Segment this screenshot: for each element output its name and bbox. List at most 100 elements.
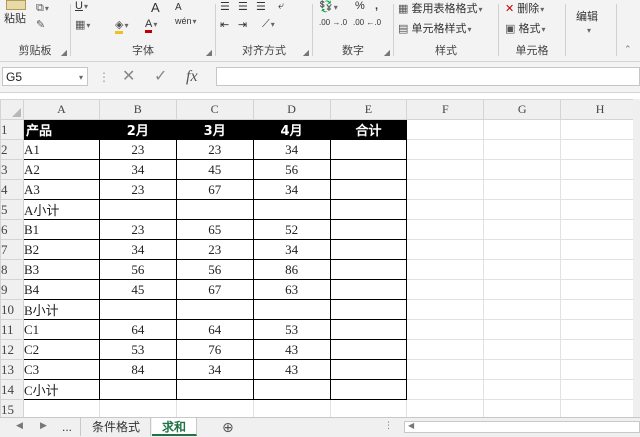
cell[interactable] (252, 199, 331, 220)
row-header[interactable]: 6 (0, 219, 24, 240)
cell[interactable] (560, 199, 640, 220)
cell[interactable]: 86 (252, 259, 331, 280)
cell[interactable]: 34 (98, 239, 177, 260)
cell[interactable] (406, 259, 485, 280)
cell[interactable]: 23 (175, 239, 254, 260)
cell[interactable] (329, 399, 408, 417)
select-all-button[interactable] (0, 99, 24, 120)
cell[interactable]: 67 (175, 179, 254, 200)
cell[interactable] (560, 239, 640, 260)
cell[interactable] (483, 379, 562, 400)
cell[interactable] (329, 219, 408, 240)
cell[interactable] (329, 199, 408, 220)
comma-button[interactable]: , (375, 0, 378, 12)
next-sheet-icon[interactable]: ▶ (40, 420, 47, 431)
cell[interactable] (175, 299, 254, 320)
cell[interactable] (483, 359, 562, 380)
cell[interactable] (98, 299, 177, 320)
vertical-scrollbar[interactable] (633, 99, 640, 417)
column-header[interactable]: D (252, 99, 331, 120)
cell[interactable] (98, 399, 177, 417)
cell[interactable] (406, 179, 485, 200)
row-header[interactable]: 9 (0, 279, 24, 300)
alignment-launcher-icon[interactable]: ◢ (303, 48, 309, 57)
cell[interactable] (406, 379, 485, 400)
font-launcher-icon[interactable]: ◢ (206, 48, 212, 57)
cell[interactable]: 64 (175, 319, 254, 340)
cell[interactable]: B4 (22, 279, 100, 300)
column-header[interactable]: G (483, 99, 562, 120)
format-as-table-button[interactable]: ▦ 套用表格格式▾ (398, 0, 482, 16)
header-cell[interactable]: 4月 (252, 119, 331, 140)
cell[interactable] (483, 119, 562, 140)
row-header[interactable]: 14 (0, 379, 24, 400)
cell[interactable] (329, 239, 408, 260)
cell[interactable]: 34 (252, 179, 331, 200)
row-header[interactable]: 8 (0, 259, 24, 280)
cell[interactable]: C3 (22, 359, 100, 380)
cell[interactable] (560, 339, 640, 360)
sheet-tab-conditional-format[interactable]: 条件格式 (82, 418, 152, 436)
cell[interactable] (406, 359, 485, 380)
cell[interactable]: B1 (22, 219, 100, 240)
row-header[interactable]: 2 (0, 139, 24, 160)
cell[interactable] (483, 199, 562, 220)
add-sheet-button[interactable]: ⊕ (212, 418, 244, 436)
header-cell[interactable]: 2月 (98, 119, 177, 140)
cell[interactable] (406, 279, 485, 300)
header-cell[interactable]: 3月 (175, 119, 254, 140)
cell[interactable] (406, 139, 485, 160)
cell[interactable] (406, 239, 485, 260)
percent-button[interactable]: % (355, 0, 365, 12)
cell[interactable] (406, 199, 485, 220)
cell[interactable]: 34 (175, 359, 254, 380)
increase-indent-icon[interactable]: ⇥ (238, 18, 247, 31)
row-header[interactable]: 10 (0, 299, 24, 320)
column-header[interactable]: E (329, 99, 408, 120)
decrease-indent-icon[interactable]: ⇤ (220, 18, 229, 31)
cell[interactable] (483, 339, 562, 360)
cell[interactable] (560, 279, 640, 300)
row-header[interactable]: 15 (0, 399, 24, 417)
cell[interactable] (252, 299, 331, 320)
cell[interactable]: 34 (98, 159, 177, 180)
cell[interactable] (560, 179, 640, 200)
header-cell[interactable]: 合计 (329, 119, 408, 140)
delete-button[interactable]: ✕ 删除▾ (505, 0, 544, 16)
cell[interactable] (560, 319, 640, 340)
cell[interactable] (560, 259, 640, 280)
cell[interactable] (560, 159, 640, 180)
cell[interactable]: C2 (22, 339, 100, 360)
cell[interactable]: 34 (252, 239, 331, 260)
cell[interactable] (483, 179, 562, 200)
align-center-icon[interactable]: ☰ (238, 0, 248, 13)
underline-button[interactable]: U▾ (75, 0, 88, 12)
cell[interactable]: A1 (22, 139, 100, 160)
cell[interactable] (175, 199, 254, 220)
cell[interactable] (329, 339, 408, 360)
cell[interactable]: 84 (98, 359, 177, 380)
editing-dropdown-icon[interactable]: ▾ (586, 24, 591, 36)
cell[interactable] (329, 299, 408, 320)
cell[interactable]: 56 (252, 159, 331, 180)
cell[interactable]: 34 (252, 139, 331, 160)
cell[interactable] (483, 299, 562, 320)
cell[interactable] (483, 219, 562, 240)
cell[interactable] (406, 159, 485, 180)
cell[interactable]: 53 (98, 339, 177, 360)
cell[interactable]: 45 (98, 279, 177, 300)
cell[interactable]: 53 (252, 319, 331, 340)
paste-button[interactable]: 粘贴 (4, 0, 26, 26)
cell[interactable] (483, 319, 562, 340)
increase-decimal-button[interactable]: .00 →.0 (319, 18, 347, 27)
row-header[interactable]: 12 (0, 339, 24, 360)
cell[interactable] (406, 119, 485, 140)
header-cell[interactable]: 产品 (22, 119, 100, 140)
clipboard-launcher-icon[interactable]: ◢ (61, 48, 67, 57)
editing-button[interactable]: 编辑 (576, 8, 598, 24)
cell[interactable]: A小计 (22, 199, 100, 220)
column-header[interactable]: F (406, 99, 485, 120)
cell[interactable]: 67 (175, 279, 254, 300)
column-header[interactable]: A (22, 99, 100, 120)
cell[interactable]: C1 (22, 319, 100, 340)
